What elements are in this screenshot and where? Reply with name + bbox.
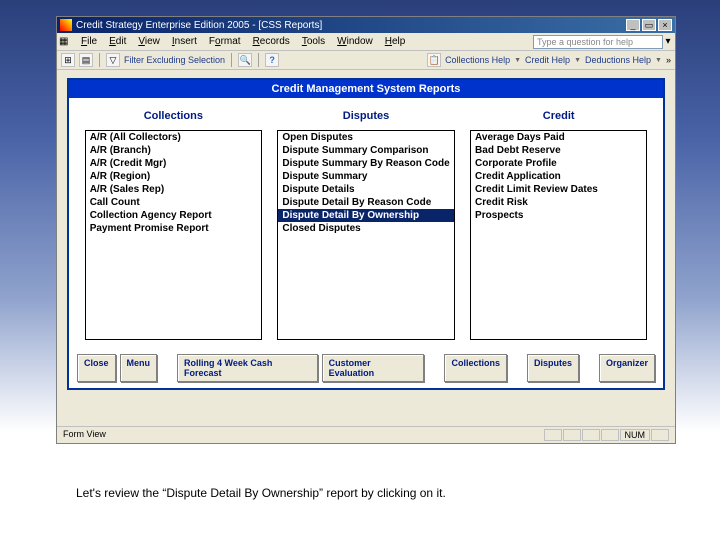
customer-evaluation-button[interactable]: Customer Evaluation — [322, 354, 425, 382]
title-bar: Credit Strategy Enterprise Edition 2005 … — [57, 17, 675, 33]
filter-excluding-selection[interactable]: Filter Excluding Selection — [124, 55, 225, 65]
status-cell — [601, 429, 619, 441]
list-item[interactable]: Dispute Details — [278, 183, 453, 196]
list-item[interactable]: A/R (Branch) — [86, 144, 261, 157]
list-item[interactable]: Bad Debt Reserve — [471, 144, 646, 157]
dropdown-icon[interactable]: ▼ — [514, 57, 521, 64]
menu-insert[interactable]: Insert — [166, 34, 203, 49]
mdi-icon: ▦ — [59, 36, 71, 48]
client-area: Credit Management System Reports Collect… — [57, 70, 675, 396]
status-cell — [544, 429, 562, 441]
listbox-credit[interactable]: Average Days PaidBad Debt ReserveCorpora… — [470, 130, 647, 340]
list-item[interactable]: Average Days Paid — [471, 131, 646, 144]
instruction-caption: Let's review the “Dispute Detail By Owne… — [76, 486, 446, 500]
help-icon[interactable]: ? — [265, 53, 279, 67]
organizer-button[interactable]: Organizer — [599, 354, 655, 382]
column-disputes: DisputesOpen DisputesDispute Summary Com… — [270, 104, 463, 340]
menu-help[interactable]: Help — [379, 34, 412, 49]
status-num: NUM — [620, 429, 651, 441]
dropdown-icon[interactable]: ▼ — [655, 57, 662, 64]
column-collections: CollectionsA/R (All Collectors)A/R (Bran… — [77, 104, 270, 340]
app-icon — [60, 19, 72, 31]
filter-funnel-icon[interactable]: ▽ — [106, 53, 120, 67]
list-item[interactable]: Prospects — [471, 209, 646, 222]
help-question-box[interactable]: Type a question for help — [533, 35, 663, 49]
list-item[interactable]: A/R (Region) — [86, 170, 261, 183]
menu-file[interactable]: File — [75, 34, 103, 49]
maximize-button[interactable]: ▭ — [642, 19, 656, 31]
disputes-button[interactable]: Disputes — [527, 354, 579, 382]
report-title: Credit Management System Reports — [69, 80, 663, 98]
list-item[interactable]: A/R (Credit Mgr) — [86, 157, 261, 170]
column-header: Credit — [543, 104, 575, 130]
button-row: Close Menu Rolling 4 Week Cash Forecast … — [69, 350, 663, 388]
status-cell — [582, 429, 600, 441]
listbox-collections[interactable]: A/R (All Collectors)A/R (Branch)A/R (Cre… — [85, 130, 262, 340]
menu-format[interactable]: Format — [203, 34, 247, 49]
menu-button[interactable]: Menu — [120, 354, 158, 382]
dropdown-icon[interactable]: ▼ — [574, 57, 581, 64]
list-item[interactable]: Credit Limit Review Dates — [471, 183, 646, 196]
spacer — [57, 396, 675, 426]
list-item[interactable]: Dispute Summary — [278, 170, 453, 183]
list-item[interactable]: Open Disputes — [278, 131, 453, 144]
report-panel: Credit Management System Reports Collect… — [67, 78, 665, 390]
separator — [231, 53, 232, 67]
menu-bar: ▦ File Edit View Insert Format Records T… — [57, 33, 675, 51]
list-item[interactable]: Collection Agency Report — [86, 209, 261, 222]
deductions-help-link[interactable]: Deductions Help — [585, 55, 651, 65]
list-item[interactable]: Dispute Detail By Reason Code — [278, 196, 453, 209]
list-item[interactable]: Closed Disputes — [278, 222, 453, 235]
list-item[interactable]: Dispute Summary Comparison — [278, 144, 453, 157]
list-item[interactable]: Payment Promise Report — [86, 222, 261, 235]
menu-records[interactable]: Records — [247, 34, 296, 49]
collections-help-icon: 📋 — [427, 53, 441, 67]
column-header: Disputes — [343, 104, 389, 130]
listbox-disputes[interactable]: Open DisputesDispute Summary ComparisonD… — [277, 130, 454, 340]
application-window: Credit Strategy Enterprise Edition 2005 … — [56, 16, 676, 444]
menu-window[interactable]: Window — [331, 34, 379, 49]
list-item[interactable]: Dispute Detail By Ownership — [278, 209, 453, 222]
credit-help-link[interactable]: Credit Help — [525, 55, 570, 65]
list-item[interactable]: Dispute Summary By Reason Code — [278, 157, 453, 170]
list-item[interactable]: Corporate Profile — [471, 157, 646, 170]
toggle-icon[interactable]: ▤ — [79, 53, 93, 67]
rolling-forecast-button[interactable]: Rolling 4 Week Cash Forecast — [177, 354, 318, 382]
menu-view[interactable]: View — [132, 34, 166, 49]
status-cell — [651, 429, 669, 441]
list-item[interactable]: A/R (All Collectors) — [86, 131, 261, 144]
collections-button[interactable]: Collections — [444, 354, 507, 382]
column-credit: CreditAverage Days PaidBad Debt ReserveC… — [462, 104, 655, 340]
find-icon[interactable]: 🔍 — [238, 53, 252, 67]
list-item[interactable]: Credit Risk — [471, 196, 646, 209]
status-cell — [563, 429, 581, 441]
toolbar: ⊞ ▤ ▽ Filter Excluding Selection 🔍 ? 📋 C… — [57, 51, 675, 70]
separator — [99, 53, 100, 67]
list-item[interactable]: Credit Application — [471, 170, 646, 183]
status-mode: Form View — [63, 429, 106, 441]
list-item[interactable]: Call Count — [86, 196, 261, 209]
menu-tools[interactable]: Tools — [296, 34, 331, 49]
list-item[interactable]: A/R (Sales Rep) — [86, 183, 261, 196]
window-title: Credit Strategy Enterprise Edition 2005 … — [76, 20, 322, 31]
toolbar-overflow-icon[interactable]: » — [666, 55, 671, 65]
collections-help-link[interactable]: Collections Help — [445, 55, 510, 65]
close-window-button[interactable]: × — [658, 19, 672, 31]
help-dropdown-icon[interactable]: ▾ — [663, 36, 673, 47]
separator — [258, 53, 259, 67]
status-bar: Form View NUM — [57, 426, 675, 443]
column-header: Collections — [144, 104, 203, 130]
minimize-button[interactable]: _ — [626, 19, 640, 31]
menu-edit[interactable]: Edit — [103, 34, 132, 49]
close-button[interactable]: Close — [77, 354, 116, 382]
view-icon[interactable]: ⊞ — [61, 53, 75, 67]
report-columns: CollectionsA/R (All Collectors)A/R (Bran… — [69, 98, 663, 350]
